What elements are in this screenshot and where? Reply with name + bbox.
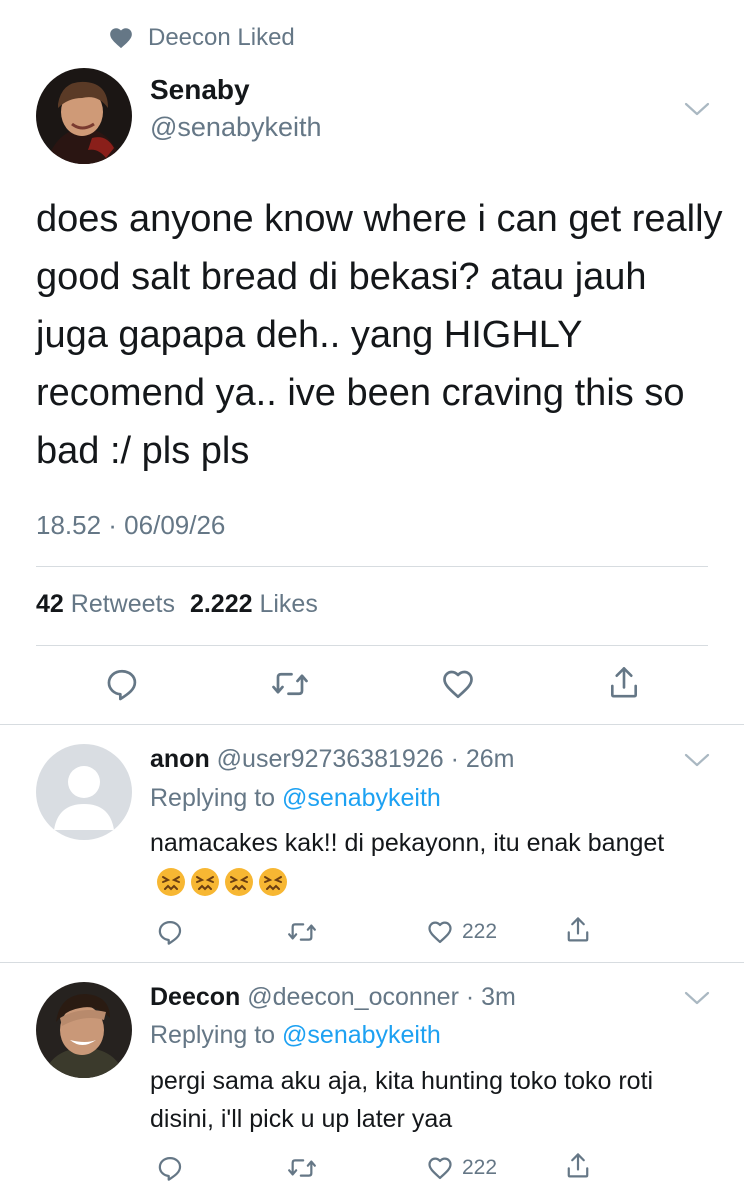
- retweet-icon[interactable]: [286, 918, 318, 946]
- avatar[interactable]: [36, 744, 132, 840]
- reply-icon[interactable]: [156, 918, 184, 946]
- replying-to-label: Replying to: [150, 1021, 276, 1049]
- reply-icon[interactable]: [156, 1154, 184, 1182]
- like-count[interactable]: 2.222: [190, 590, 253, 618]
- replying-to: Replying to @senabykeith: [150, 784, 441, 813]
- avatar-photo: [36, 982, 132, 1078]
- tweet-stats: 42 Retweets 2.222 Likes: [36, 590, 318, 619]
- persevering-face-icon: [259, 868, 287, 897]
- chevron-down-icon[interactable]: [684, 101, 710, 117]
- like-icon[interactable]: [426, 1154, 454, 1182]
- persevering-face-icon: [225, 868, 253, 897]
- chevron-down-icon[interactable]: [684, 752, 710, 768]
- reply-like-count[interactable]: 222: [462, 920, 497, 944]
- divider: [36, 566, 708, 567]
- reply-icon[interactable]: [104, 666, 140, 702]
- reply-text: namacakes kak!! di pekayonn, itu enak ba…: [150, 829, 665, 857]
- heart-filled-icon: [110, 28, 132, 49]
- retweet-icon[interactable]: [286, 1154, 318, 1182]
- liked-by-label: Deecon Liked: [148, 24, 295, 51]
- avatar[interactable]: [36, 982, 132, 1078]
- reply-header: anon @user92736381926 · 26m: [150, 745, 514, 774]
- social-context: Deecon Liked: [108, 22, 295, 54]
- reply-author-name[interactable]: anon: [150, 745, 210, 773]
- reply-author-name[interactable]: Deecon: [150, 983, 240, 1011]
- chevron-down-icon[interactable]: [684, 990, 710, 1006]
- reply-author-handle[interactable]: @user92736381926: [217, 745, 444, 773]
- reply-text: pergi sama aku aja, kita hunting toko to…: [150, 1067, 654, 1133]
- mention-link[interactable]: @senabykeith: [282, 1021, 441, 1049]
- author-handle[interactable]: @senabykeith: [150, 112, 322, 143]
- divider: [0, 724, 744, 725]
- avatar[interactable]: [36, 68, 132, 164]
- mention-link[interactable]: @senabykeith: [282, 784, 441, 812]
- retweets-label[interactable]: Retweets: [71, 590, 175, 618]
- author-name[interactable]: Senaby: [150, 74, 250, 106]
- reply-author-handle[interactable]: @deecon_oconner: [247, 983, 459, 1011]
- share-icon[interactable]: [606, 664, 642, 702]
- replying-to: Replying to @senabykeith: [150, 1021, 441, 1050]
- reply-time[interactable]: · 26m: [451, 745, 515, 773]
- reply-like-count[interactable]: 222: [462, 1156, 497, 1180]
- retweet-count[interactable]: 42: [36, 590, 64, 618]
- emoji-group: [156, 867, 292, 897]
- retweet-icon[interactable]: [270, 666, 310, 702]
- like-icon[interactable]: [426, 918, 454, 946]
- divider: [0, 962, 744, 963]
- reply-text-container: namacakes kak!! di pekayonn, itu enak ba…: [150, 824, 720, 900]
- default-avatar-icon: [36, 744, 132, 840]
- reply-header: Deecon @deecon_oconner · 3m: [150, 983, 516, 1012]
- tweet-text: does anyone know where i can get really …: [36, 198, 723, 472]
- like-icon[interactable]: [440, 666, 476, 702]
- likes-label[interactable]: Likes: [259, 590, 317, 618]
- share-icon[interactable]: [564, 915, 592, 945]
- reply-time[interactable]: · 3m: [466, 983, 516, 1011]
- replying-to-label: Replying to: [150, 784, 276, 812]
- persevering-face-icon: [191, 868, 219, 897]
- tweet-timestamp[interactable]: 18.52 · 06/09/26: [36, 510, 225, 541]
- avatar-photo: [36, 68, 132, 164]
- share-icon[interactable]: [564, 1151, 592, 1181]
- persevering-face-icon: [157, 868, 185, 897]
- divider: [36, 645, 708, 646]
